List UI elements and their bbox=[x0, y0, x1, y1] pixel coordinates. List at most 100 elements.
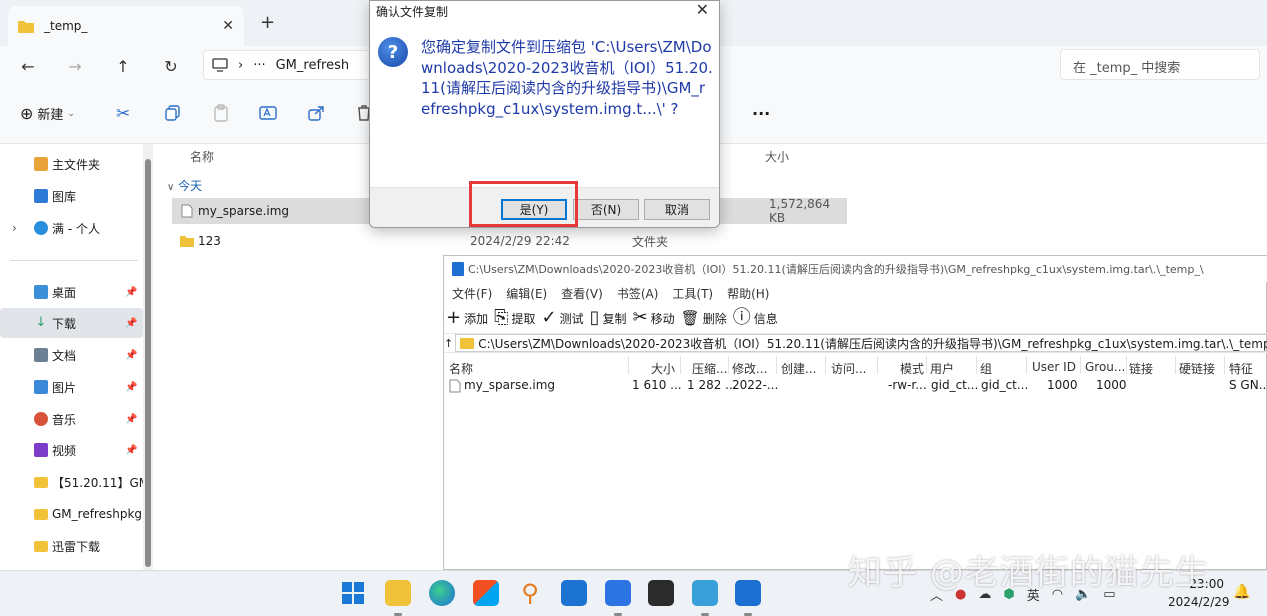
battery-icon[interactable]: ▭ bbox=[1103, 587, 1115, 602]
col-name[interactable]: 名称 bbox=[449, 360, 473, 377]
nav-item-gm-refreshpkg[interactable]: GM_refreshpkg bbox=[0, 499, 143, 529]
back-arrow-icon[interactable]: ← bbox=[16, 54, 40, 78]
col-modified[interactable]: 修改... bbox=[732, 360, 767, 377]
search-icon[interactable]: ⚲ bbox=[517, 580, 543, 606]
paste-button[interactable] bbox=[212, 104, 230, 122]
notification-bell-icon[interactable]: 🔔 bbox=[1233, 584, 1250, 600]
nav-item-gallery[interactable]: 图库 bbox=[0, 181, 143, 211]
new-button[interactable]: ⊕ 新建 ⌄ bbox=[20, 104, 75, 123]
add-button[interactable]: + 添加 bbox=[446, 309, 488, 327]
nav-item-desktop[interactable]: 桌面 📌 bbox=[0, 277, 143, 307]
archive-file-user: gid_ct... bbox=[931, 378, 979, 392]
col-divider bbox=[1126, 356, 1127, 374]
search-input[interactable]: 在 _temp_ 中搜索 bbox=[1060, 49, 1260, 80]
archive-file-name: my_sparse.img bbox=[464, 378, 556, 392]
menu-view[interactable]: 查看(V) bbox=[561, 285, 603, 302]
column-header-name[interactable]: 名称 bbox=[190, 148, 214, 165]
add-icon: + bbox=[446, 307, 462, 328]
wifi-icon[interactable]: ◠ bbox=[1052, 587, 1063, 602]
scrollbar-thumb[interactable] bbox=[145, 159, 151, 567]
new-tab-button[interactable]: + bbox=[260, 12, 275, 33]
cloud-icon[interactable]: ☁ bbox=[978, 587, 991, 602]
col-link[interactable]: 链接 bbox=[1129, 360, 1153, 377]
mail-icon[interactable] bbox=[561, 580, 587, 606]
refresh-icon[interactable]: ↻ bbox=[159, 54, 183, 78]
col-packed[interactable]: 压缩... bbox=[692, 360, 727, 377]
extract-button[interactable]: ⎘ 提取 bbox=[494, 309, 535, 327]
col-group-id[interactable]: Grou... bbox=[1085, 360, 1125, 374]
start-icon[interactable] bbox=[340, 580, 366, 606]
check-icon: ✓ bbox=[541, 307, 557, 328]
tray-chevron-icon[interactable]: ︿ bbox=[930, 585, 943, 604]
copy-button[interactable] bbox=[164, 104, 182, 122]
menu-file[interactable]: 文件(F) bbox=[452, 285, 492, 302]
7zip-icon[interactable] bbox=[735, 580, 761, 616]
edge-icon[interactable] bbox=[429, 580, 455, 606]
breadcrumb-segment[interactable]: GM_refresh bbox=[276, 58, 350, 73]
wps-icon[interactable] bbox=[605, 580, 631, 616]
close-icon[interactable]: ✕ bbox=[696, 0, 709, 19]
speaker-icon[interactable]: 🔈 bbox=[1075, 587, 1091, 602]
copy-button[interactable]: ▯ 复制 bbox=[590, 309, 627, 327]
test-label: 测试 bbox=[559, 311, 584, 326]
terminal-icon[interactable] bbox=[648, 580, 674, 606]
col-accessed[interactable]: 访问... bbox=[831, 360, 866, 377]
archive-file-attributes: S GN... bbox=[1229, 378, 1267, 392]
nav-item-documents[interactable]: 文档 📌 bbox=[0, 340, 143, 370]
defender-icon[interactable]: ⬢ bbox=[1003, 587, 1014, 602]
no-button[interactable]: 否(N) bbox=[573, 199, 639, 220]
group-header-today[interactable]: ∨ 今天 bbox=[167, 177, 202, 194]
nav-item-music[interactable]: 音乐 📌 bbox=[0, 404, 143, 434]
file-explorer-icon[interactable] bbox=[385, 580, 411, 616]
test-button[interactable]: ✓ 测试 bbox=[542, 309, 584, 327]
archive-file-size: 1 610 ... bbox=[632, 378, 682, 392]
menu-help[interactable]: 帮助(H) bbox=[727, 285, 769, 302]
col-attributes[interactable]: 特征 bbox=[1229, 360, 1253, 377]
share-button[interactable] bbox=[307, 104, 325, 122]
cut-button[interactable]: ✂ bbox=[116, 104, 130, 124]
col-mode[interactable]: 模式 bbox=[900, 360, 924, 377]
nav-scrollbar[interactable] bbox=[143, 144, 153, 570]
file-row[interactable]: 123 2024/2/29 22:42 文件夹 bbox=[172, 228, 847, 254]
security-icon[interactable]: ● bbox=[955, 587, 966, 602]
notepad-icon[interactable] bbox=[692, 580, 718, 616]
nav-item-folder-51[interactable]: 【51.20.11】GM bbox=[0, 467, 143, 497]
menu-edit[interactable]: 编辑(E) bbox=[506, 285, 547, 302]
delete-button[interactable]: 🗑 删除 bbox=[681, 309, 727, 327]
rename-button[interactable] bbox=[259, 104, 277, 122]
ime-indicator[interactable]: 英 bbox=[1027, 585, 1040, 604]
nav-label: 文档 bbox=[52, 348, 77, 363]
nav-item-pictures[interactable]: 图片 📌 bbox=[0, 372, 143, 402]
cancel-button[interactable]: 取消 bbox=[644, 199, 710, 220]
up-arrow-icon[interactable]: ↑ bbox=[111, 54, 135, 78]
nav-item-home[interactable]: 主文件夹 bbox=[0, 149, 143, 179]
folder-icon bbox=[180, 236, 194, 247]
chevron-down-icon: ⌄ bbox=[67, 108, 75, 119]
menu-tools[interactable]: 工具(T) bbox=[672, 285, 713, 302]
info-button[interactable]: ⓘ 信息 bbox=[733, 309, 778, 327]
column-header-size[interactable]: 大小 bbox=[765, 148, 789, 165]
col-size[interactable]: 大小 bbox=[651, 360, 675, 377]
breadcrumb-more[interactable]: ··· bbox=[253, 58, 265, 73]
move-button[interactable]: ✂ 移动 bbox=[633, 309, 675, 327]
nav-item-downloads[interactable]: ↓ 下载 📌 bbox=[0, 308, 143, 338]
rename-icon bbox=[259, 106, 277, 120]
nav-item-videos[interactable]: 视频 📌 bbox=[0, 435, 143, 465]
menu-bookmarks[interactable]: 书签(A) bbox=[617, 285, 659, 302]
archive-manager-window: C:\Users\ZM\Downloads\2020-2023收音机（IOI）5… bbox=[443, 255, 1267, 570]
archive-path-input[interactable]: C:\Users\ZM\Downloads\2020-2023收音机（IOI）5… bbox=[455, 334, 1267, 352]
col-created[interactable]: 创建... bbox=[781, 360, 816, 377]
col-hardlink[interactable]: 硬链接 bbox=[1179, 360, 1215, 377]
forward-arrow-icon[interactable]: → bbox=[63, 54, 87, 78]
tab-temp[interactable]: _temp_ ✕ bbox=[8, 6, 244, 46]
store-icon[interactable] bbox=[473, 580, 499, 606]
clock[interactable]: 23:00 2024/2/29 bbox=[1168, 575, 1230, 611]
see-more-button[interactable]: ··· bbox=[752, 104, 770, 123]
col-user-id[interactable]: User ID bbox=[1032, 360, 1076, 374]
col-user[interactable]: 用户 bbox=[930, 360, 954, 377]
close-tab-icon[interactable]: ✕ bbox=[222, 18, 234, 34]
nav-item-onedrive[interactable]: › 满 - 个人 bbox=[0, 213, 143, 243]
up-arrow-icon[interactable]: ↑ bbox=[444, 337, 453, 350]
col-group[interactable]: 组 bbox=[980, 360, 992, 377]
nav-item-xunlei[interactable]: 迅雷下载 bbox=[0, 531, 143, 561]
